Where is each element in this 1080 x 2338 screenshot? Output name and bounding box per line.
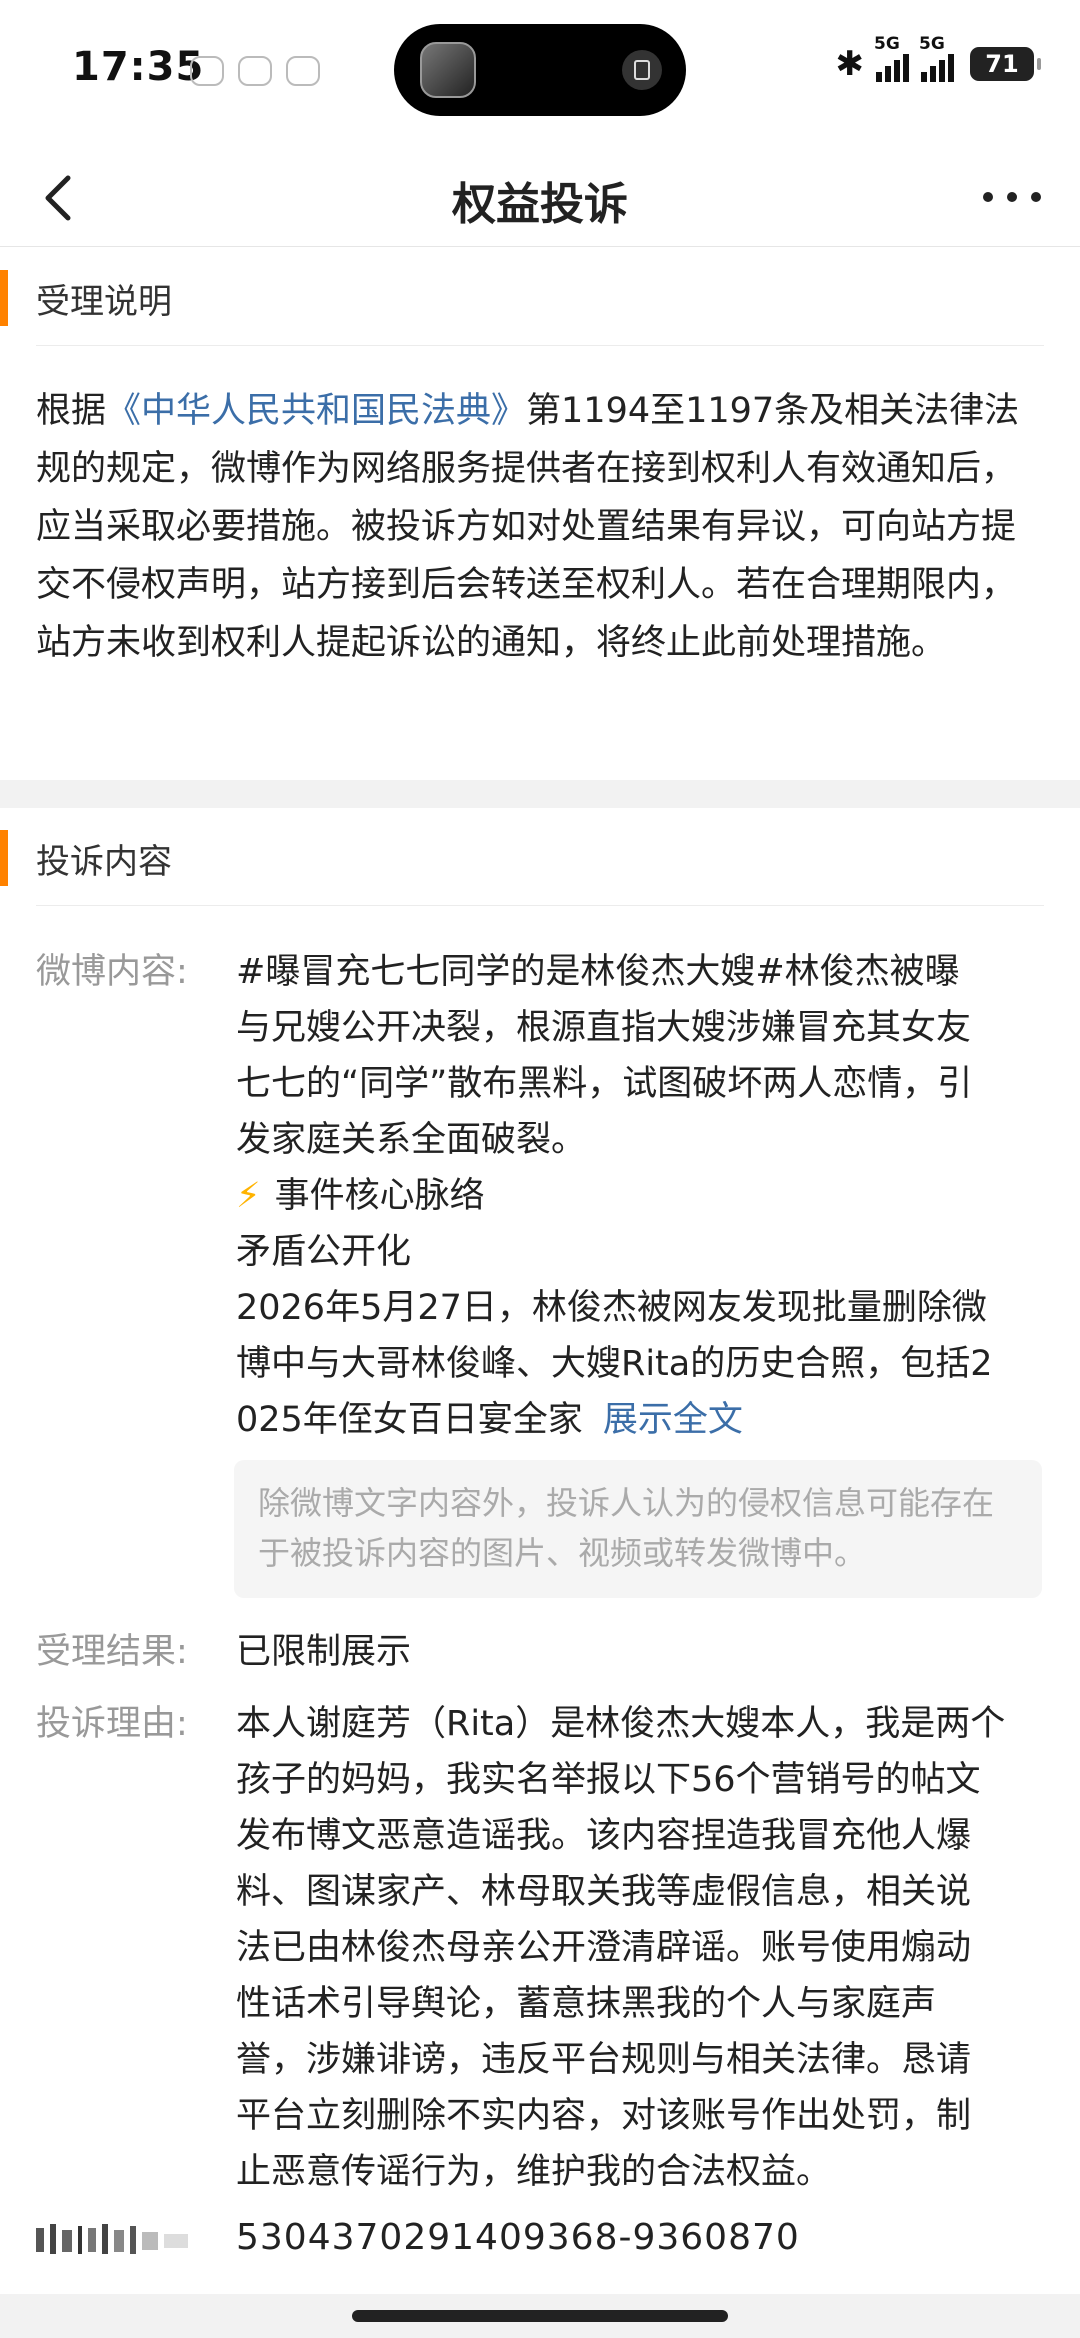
reason-line: 性话术引导舆论，蓄意抹黑我的个人与家庭声 bbox=[236, 1984, 937, 2024]
notice-text-body: 第1194至1197条及相关法律法规的规定，微博作为网络服务提供者在接到权利人有… bbox=[36, 391, 1020, 663]
weibo-content-line: 发家庭关系全面破裂。 bbox=[236, 1120, 587, 1160]
notice-section-title: 受理说明 bbox=[36, 282, 172, 322]
cellular-signal-icon: 5G bbox=[919, 34, 954, 82]
app-notification-icon bbox=[286, 56, 320, 86]
notification-icons bbox=[190, 56, 320, 86]
navigation-bar: 权益投诉 bbox=[0, 150, 1080, 247]
battery-icon: 71 bbox=[970, 47, 1041, 81]
weibo-content-subheading: 事件核心脉络 bbox=[274, 1176, 485, 1216]
weibo-content-line: 七七的“同学”散布黑料，试图破坏两人恋情，引 bbox=[236, 1064, 973, 1104]
live-activity-avatar bbox=[420, 42, 476, 98]
complaint-section-header: 投诉内容 bbox=[0, 814, 1080, 906]
reason-line: 本人谢庭芳（Rita）是林俊杰大嫂本人，我是两个 bbox=[236, 1704, 1006, 1744]
section-separator bbox=[0, 780, 1080, 808]
network-type-label: 5G bbox=[919, 34, 945, 54]
weibo-content-line: 博中与大哥林俊峰、大嫂Rita的历史合照，包括2 bbox=[236, 1344, 993, 1384]
section-divider bbox=[36, 905, 1044, 906]
section-divider bbox=[36, 345, 1044, 346]
weibo-content-text: #曝冒充七七同学的是林俊杰大嫂#林俊杰被曝 与兄嫂公开决裂，根源直指大嫂涉嫌冒充… bbox=[236, 944, 1076, 1448]
status-indicators: ✱ 5G 5G 71 bbox=[835, 34, 1041, 84]
result-label: 受理结果: bbox=[36, 1632, 188, 1672]
calculator-icon bbox=[622, 50, 662, 90]
reason-line: 止恶意传谣行为，维护我的合法权益。 bbox=[236, 2152, 832, 2192]
reason-line: 孩子的妈妈，我实名举报以下56个营销号的帖文 bbox=[236, 1760, 981, 1800]
section-accent-bar bbox=[0, 830, 8, 886]
weibo-content-line: 与兄嫂公开决裂，根源直指大嫂涉嫌冒充其女友 bbox=[236, 1008, 972, 1048]
reason-line: 发布博文恶意造谣我。该内容捏造我冒充他人爆 bbox=[236, 1816, 972, 1856]
weibo-content-line: ⚡ 事件核心脉络 bbox=[236, 1168, 1076, 1224]
reason-text: 本人谢庭芳（Rita）是林俊杰大嫂本人，我是两个 孩子的妈妈，我实名举报以下56… bbox=[236, 1696, 1076, 2200]
more-options-icon[interactable] bbox=[980, 182, 1044, 212]
network-type-label: 5G bbox=[874, 34, 900, 54]
complaint-section-title: 投诉内容 bbox=[36, 842, 172, 882]
reason-line: 誉，涉嫌诽谤，违反平台规则与相关法律。恳请 bbox=[236, 2040, 972, 2080]
notice-section-header: 受理说明 bbox=[0, 254, 1080, 346]
infringement-hint-box: 除微博文字内容外，投诉人认为的侵权信息可能存在于被投诉内容的图片、视频或转发微博… bbox=[234, 1460, 1042, 1598]
dynamic-island[interactable] bbox=[394, 24, 686, 116]
result-value: 已限制展示 bbox=[236, 1632, 412, 1672]
weibo-content-line: 2026年5月27日，林俊杰被网友发现批量删除微 bbox=[236, 1288, 987, 1328]
reason-label: 投诉理由: bbox=[36, 1704, 188, 1744]
weibo-content-line: #曝冒充七七同学的是林俊杰大嫂#林俊杰被曝 bbox=[236, 952, 960, 992]
lightning-icon: ⚡ bbox=[236, 1176, 261, 1216]
obscured-label-icon bbox=[36, 2224, 188, 2254]
page-title: 权益投诉 bbox=[452, 179, 628, 230]
reason-line: 平台立刻删除不实内容，对该账号作出处罚，制 bbox=[236, 2096, 972, 2136]
status-time: 17:35 bbox=[72, 44, 205, 90]
complaint-id: 5304370291409368-9360870 bbox=[236, 2217, 800, 2258]
notice-text-prefix: 根据 bbox=[36, 391, 107, 431]
reason-line: 料、图谋家产、林母取关我等虚假信息，相关说 bbox=[236, 1872, 972, 1912]
bluetooth-icon: ✱ bbox=[835, 44, 865, 84]
civil-code-link[interactable]: 《中华人民共和国民法典》 bbox=[106, 391, 526, 431]
status-bar: 17:35 ✱ 5G 5G 71 bbox=[0, 0, 1080, 150]
home-indicator[interactable] bbox=[352, 2310, 728, 2322]
weibo-content-line: 矛盾公开化 bbox=[236, 1232, 412, 1272]
section-accent-bar bbox=[0, 270, 8, 326]
expand-full-text-link[interactable]: 展示全文 bbox=[603, 1400, 743, 1440]
weibo-content-label: 微博内容: bbox=[36, 952, 188, 992]
app-notification-icon bbox=[190, 56, 224, 86]
weibo-content-last-line: 025年侄女百日宴全家 bbox=[236, 1400, 583, 1440]
notice-text: 根据《中华人民共和国民法典》第1194至1197条及相关法律法规的规定，微博作为… bbox=[36, 382, 1046, 672]
app-notification-icon bbox=[238, 56, 272, 86]
reason-line: 法已由林俊杰母亲公开澄清辟谣。账号使用煽动 bbox=[236, 1928, 972, 1968]
weibo-content-line: 025年侄女百日宴全家 展示全文 bbox=[236, 1392, 1076, 1448]
cellular-signal-icon: 5G bbox=[874, 34, 909, 82]
